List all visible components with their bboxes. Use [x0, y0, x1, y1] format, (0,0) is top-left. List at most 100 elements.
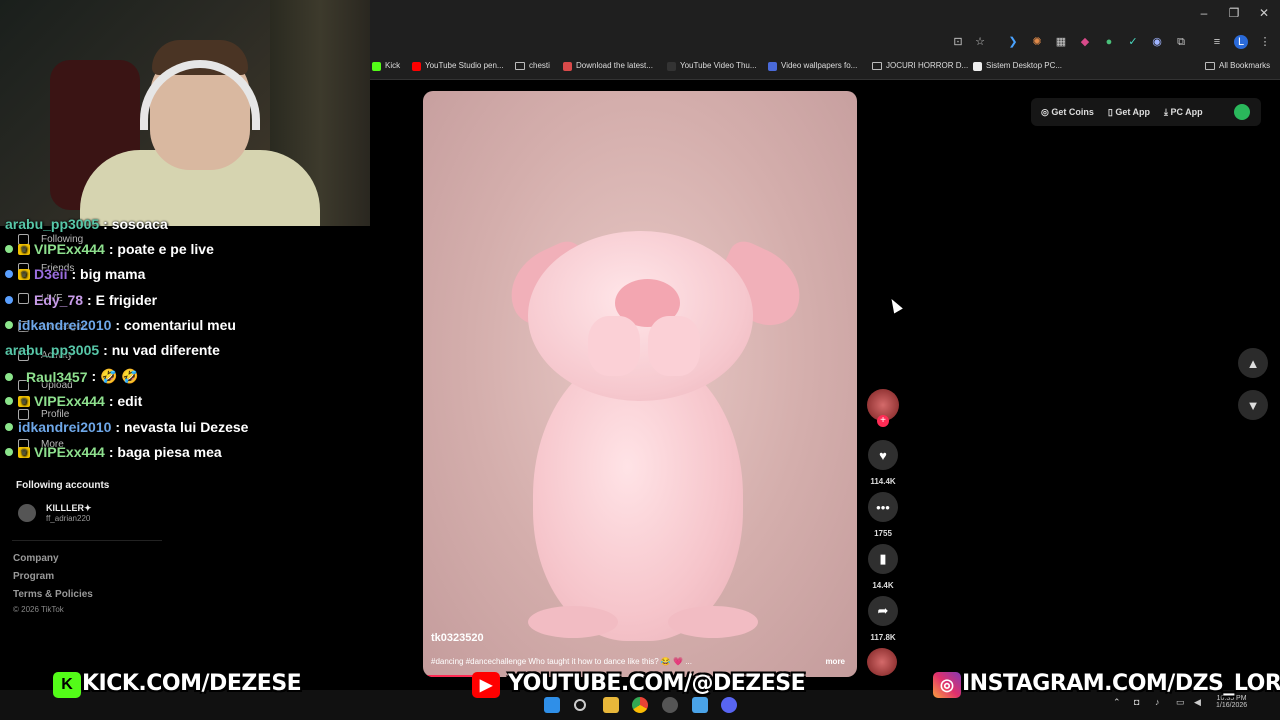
video-player[interactable]: tk0323520 #dancing #dancechallenge Who t…	[423, 91, 857, 677]
bookmark-folder-jocuri[interactable]: JOCURI HORROR D...	[872, 59, 968, 73]
chat-message: ♛ VIPExx444: edit	[5, 393, 142, 409]
video-username[interactable]: tk0323520	[431, 632, 484, 644]
like-button[interactable]: ♥	[868, 440, 898, 470]
heart-icon: ♥	[879, 447, 887, 463]
pc-app-button[interactable]: ⤓ PC App	[1164, 107, 1203, 118]
chevron-down-icon: ▼	[1246, 397, 1260, 413]
microphone-icon[interactable]: ♪	[1155, 697, 1160, 707]
minimize-icon[interactable]: –	[1196, 6, 1212, 20]
next-video-button[interactable]: ▼	[1238, 390, 1268, 420]
header-actions: ◎ Get Coins ▯ Get App ⤓ PC App	[1031, 98, 1261, 126]
profile-avatar[interactable]: L	[1234, 35, 1248, 49]
comment-button[interactable]: •••	[868, 492, 898, 522]
pig-illustration	[668, 606, 758, 638]
app-icon[interactable]	[662, 697, 678, 713]
caption-more-button[interactable]: more	[825, 657, 845, 666]
chat-message: idkandrei2010: comentariul meu	[5, 317, 236, 333]
chat-message: idkandrei2010: nevasta lui Dezese	[5, 419, 248, 435]
pig-illustration	[588, 316, 640, 376]
chat-message: ♛ D3eii: big mama	[5, 266, 145, 282]
youtube-logo-icon: ▶	[472, 672, 500, 698]
windows-start-icon[interactable]	[544, 697, 560, 713]
kick-banner: KICK.COM/DEZESE	[82, 671, 302, 696]
bookmark-download[interactable]: Download the latest...	[563, 59, 653, 73]
search-icon[interactable]	[574, 699, 586, 711]
get-app-button[interactable]: ▯ Get App	[1108, 107, 1150, 118]
footer-terms[interactable]: Terms & Policies	[13, 589, 93, 600]
comment-count: 1755	[874, 529, 892, 538]
footer-company[interactable]: Company	[13, 553, 59, 564]
avatar	[18, 504, 36, 522]
file-explorer-icon[interactable]	[603, 697, 619, 713]
bookmark-youtube-studio[interactable]: YouTube Studio pen...	[412, 59, 504, 73]
kick-logo-icon: K	[53, 672, 81, 698]
chat-message: arabu_pp3005: nu vad diferente	[5, 342, 220, 358]
divider	[12, 540, 162, 541]
comment-icon: •••	[876, 499, 890, 515]
following-accounts-title: Following accounts	[16, 480, 110, 491]
discord-icon[interactable]	[721, 697, 737, 713]
mouse-cursor	[887, 296, 903, 314]
bookmark-kick[interactable]: Kick	[372, 59, 400, 73]
extension-icon[interactable]: ✺	[1030, 35, 1044, 49]
share-button[interactable]: ➦	[868, 596, 898, 626]
tab-search-icon[interactable]: ≡	[1210, 35, 1224, 49]
extension-icon[interactable]: ◉	[1150, 35, 1164, 49]
webcam-overlay	[0, 0, 370, 226]
chat-message: ♛ VIPExx444: baga piesa mea	[5, 444, 222, 460]
like-count: 114.4K	[870, 477, 896, 486]
extension-icon[interactable]: ❯	[1006, 35, 1020, 49]
tray-app-icon[interactable]: ◘	[1134, 697, 1139, 707]
pig-illustration	[648, 316, 700, 376]
extension-icon[interactable]: ▦	[1054, 35, 1068, 49]
bookmark-folder-chesti[interactable]: chesti	[515, 59, 550, 73]
instagram-banner: INSTAGRAM.COM/DZS_LORI	[962, 671, 1280, 696]
chrome-icon[interactable]	[632, 697, 648, 713]
get-coins-button[interactable]: ◎ Get Coins	[1041, 107, 1094, 118]
crown-icon: ♛	[18, 446, 30, 458]
extension-icon[interactable]: ✓	[1126, 35, 1140, 49]
previous-video-button[interactable]: ▲	[1238, 348, 1268, 378]
bookmark-icon: ▮	[879, 551, 887, 566]
video-caption: #dancing #dancechallenge Who taught it h…	[431, 657, 692, 666]
chat-username: arabu_pp3005	[5, 216, 100, 232]
bookmark-sistem-desktop[interactable]: Sistem Desktop PC...	[973, 59, 1062, 73]
crown-icon: ♛	[18, 243, 30, 255]
bookmark-star-icon[interactable]: ☆	[973, 35, 987, 49]
restore-icon[interactable]: ❐	[1226, 6, 1242, 20]
user-avatar[interactable]	[1234, 104, 1250, 120]
close-icon[interactable]: ✕	[1256, 6, 1272, 20]
extension-icon[interactable]: ◆	[1078, 35, 1092, 49]
notepad-icon[interactable]	[692, 697, 708, 713]
crown-icon: ♛	[18, 395, 30, 407]
chat-message: Raul3457: 🤣 🤣	[5, 368, 139, 385]
volume-icon[interactable]: ◀	[1194, 697, 1201, 708]
save-button[interactable]: ▮	[868, 544, 898, 574]
install-app-icon[interactable]: ⊡	[951, 35, 965, 49]
save-count: 14.4K	[872, 581, 894, 590]
youtube-banner: YOUTUBE.COM/@DEZESE	[508, 671, 806, 696]
clock[interactable]: 10:35 PM 1/16/2026	[1216, 695, 1247, 709]
following-account[interactable]: KILLLER✦ ff_adrian220	[18, 503, 92, 523]
instagram-logo-icon: ◎	[933, 672, 961, 698]
bookmark-video-wallpapers[interactable]: Video wallpapers fo...	[768, 59, 857, 73]
copyright: © 2026 TikTok	[13, 605, 64, 614]
share-arrow-icon: ➦	[877, 603, 889, 618]
all-bookmarks[interactable]: All Bookmarks	[1205, 59, 1270, 73]
extension-icon[interactable]: ●	[1102, 35, 1116, 49]
crown-icon: ♛	[18, 268, 30, 280]
footer-program[interactable]: Program	[13, 571, 54, 582]
menu-kebab-icon[interactable]: ⋮	[1258, 35, 1272, 49]
video-progress-bar[interactable]	[423, 675, 476, 677]
pig-illustration	[528, 606, 618, 638]
bookmark-youtube-thumb[interactable]: YouTube Video Thu...	[667, 59, 757, 73]
sound-disc-icon[interactable]	[867, 648, 897, 676]
extensions-puzzle-icon[interactable]: ⧉	[1174, 35, 1188, 49]
chat-message: arabu_pp3005: sosoaca	[5, 216, 168, 232]
follow-plus-icon[interactable]: +	[877, 415, 889, 427]
chat-message: Edy_78: E frigider	[5, 292, 157, 308]
chevron-up-icon: ▲	[1246, 355, 1260, 371]
share-count: 117.8K	[870, 633, 896, 642]
network-icon[interactable]: ▭	[1176, 697, 1185, 708]
tray-chevron-icon[interactable]: ⌃	[1113, 697, 1121, 708]
